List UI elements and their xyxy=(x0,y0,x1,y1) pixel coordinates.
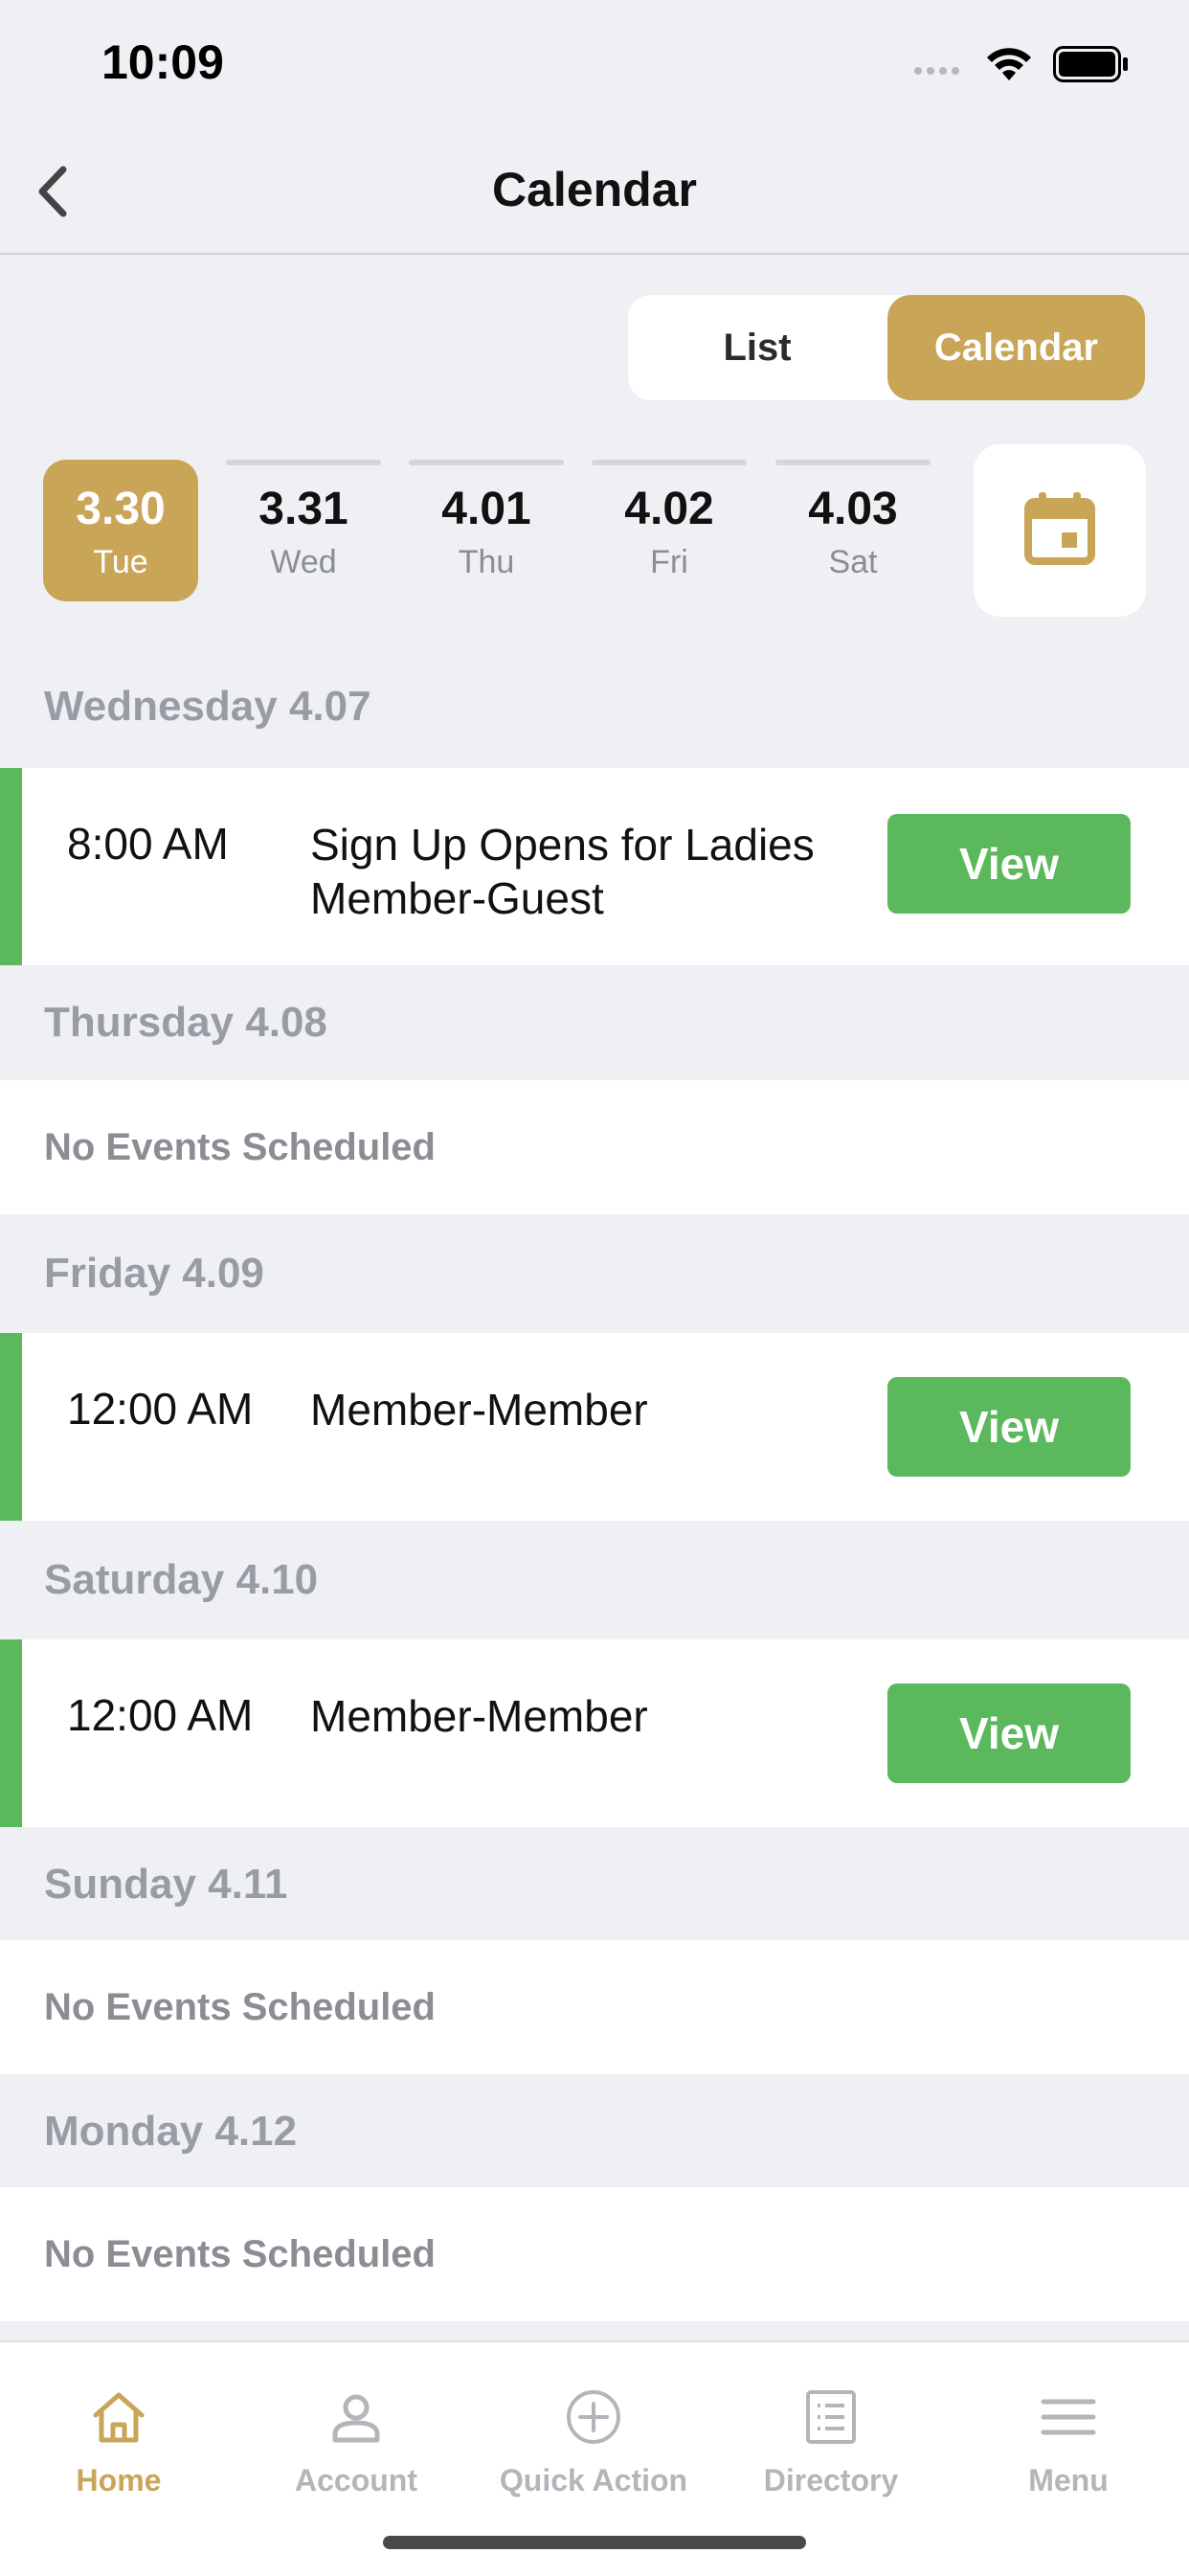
view-button[interactable]: View xyxy=(887,814,1131,914)
date-chip-indicator xyxy=(409,460,564,465)
no-events-row: No Events Scheduled xyxy=(0,1080,1189,1214)
day-header-label: Wednesday 4.07 xyxy=(44,683,371,730)
battery-icon xyxy=(1053,46,1128,82)
no-events-row: No Events Scheduled xyxy=(0,1940,1189,2074)
date-weekday: Fri xyxy=(650,544,688,580)
day-header-label: Monday 4.12 xyxy=(44,2108,298,2155)
date-number: 4.01 xyxy=(441,484,531,534)
date-weekday: Thu xyxy=(458,544,515,580)
no-events-row: No Events Scheduled xyxy=(0,2187,1189,2321)
date-picker-button[interactable] xyxy=(974,444,1146,617)
tab-home[interactable]: Home xyxy=(0,2342,237,2515)
tab-label: Quick Action xyxy=(499,2463,688,2497)
date-weekday: Tue xyxy=(93,544,148,580)
tab-label: Menu xyxy=(1028,2463,1109,2497)
day-header: Sunday 4.11 xyxy=(0,1827,1189,1940)
date-chip-indicator xyxy=(226,460,381,465)
event-title: Sign Up Opens for Ladies Member-Guest xyxy=(310,820,815,923)
date-weekday: Sat xyxy=(828,544,878,580)
home-indicator xyxy=(383,2536,806,2549)
cellular-signal-icon xyxy=(914,67,959,75)
date-number: 3.30 xyxy=(76,484,166,534)
tab-menu[interactable]: Menu xyxy=(950,2342,1187,2515)
home-icon xyxy=(93,2392,145,2443)
event-accent-bar xyxy=(0,1639,22,1827)
day-header: Friday 4.09 xyxy=(0,1214,1189,1333)
date-number: 4.02 xyxy=(624,484,714,534)
day-header: Monday 4.12 xyxy=(0,2074,1189,2187)
event-row[interactable]: 8:00 AM Sign Up Opens for Ladies Member-… xyxy=(0,768,1189,965)
day-header-label: Saturday 4.10 xyxy=(44,1556,319,1603)
list-document-icon xyxy=(806,2390,856,2444)
hamburger-menu-icon xyxy=(1041,2399,1096,2435)
event-title: Member-Member xyxy=(310,1385,648,1435)
tab-quick-action[interactable]: Quick Action xyxy=(475,2342,712,2515)
event-accent-bar xyxy=(0,768,22,965)
tab-account[interactable]: Account xyxy=(237,2342,475,2515)
wifi-icon xyxy=(987,48,1031,80)
date-number: 4.03 xyxy=(808,484,898,534)
event-time: 12:00 AM xyxy=(67,1384,254,1434)
date-chip[interactable]: 4.03 Sat xyxy=(775,460,931,601)
day-header: Wednesday 4.07 xyxy=(0,661,1189,768)
navigation-bar: Calendar xyxy=(0,129,1189,255)
plus-circle-icon xyxy=(567,2390,620,2444)
tab-label: Home xyxy=(76,2463,162,2497)
event-title: Member-Member xyxy=(310,1691,648,1741)
date-chip-indicator xyxy=(592,460,747,465)
event-time: 8:00 AM xyxy=(67,819,229,869)
date-chip-selected[interactable]: 3.30 Tue xyxy=(43,460,198,601)
no-events-text: No Events Scheduled xyxy=(44,2233,436,2275)
view-button[interactable]: View xyxy=(887,1377,1131,1477)
view-button[interactable]: View xyxy=(887,1683,1131,1783)
event-accent-bar xyxy=(0,1333,22,1521)
date-chip[interactable]: 4.02 Fri xyxy=(592,460,747,601)
event-row[interactable]: 12:00 AM Member-Member View xyxy=(0,1639,1189,1827)
day-header-label: Sunday 4.11 xyxy=(44,1861,288,1908)
day-header: Thursday 4.08 xyxy=(0,965,1189,1080)
day-header: Saturday 4.10 xyxy=(0,1521,1189,1639)
date-number: 3.31 xyxy=(258,484,348,534)
day-header-label: Friday 4.09 xyxy=(44,1250,264,1297)
status-time: 10:09 xyxy=(101,35,224,89)
calendar-icon xyxy=(1024,492,1095,565)
view-toggle: List Calendar xyxy=(628,295,1145,400)
person-icon xyxy=(332,2394,380,2443)
calendar-view-button[interactable]: Calendar xyxy=(887,295,1145,400)
tab-label: Directory xyxy=(763,2463,899,2497)
date-chip[interactable]: 3.31 Wed xyxy=(226,460,381,601)
date-chip-indicator xyxy=(775,460,931,465)
event-time: 12:00 AM xyxy=(67,1690,254,1740)
tab-directory[interactable]: Directory xyxy=(712,2342,950,2515)
date-chip[interactable]: 4.01 Thu xyxy=(409,460,564,601)
list-view-button[interactable]: List xyxy=(628,295,886,400)
page-title: Calendar xyxy=(492,163,697,216)
event-row[interactable]: 12:00 AM Member-Member View xyxy=(0,1333,1189,1521)
tab-label: Account xyxy=(295,2463,417,2497)
status-bar: 10:09 xyxy=(0,0,1189,129)
no-events-text: No Events Scheduled xyxy=(44,1986,436,2028)
day-header-label: Thursday 4.08 xyxy=(44,999,327,1046)
date-weekday: Wed xyxy=(270,544,337,580)
no-events-text: No Events Scheduled xyxy=(44,1126,436,1168)
